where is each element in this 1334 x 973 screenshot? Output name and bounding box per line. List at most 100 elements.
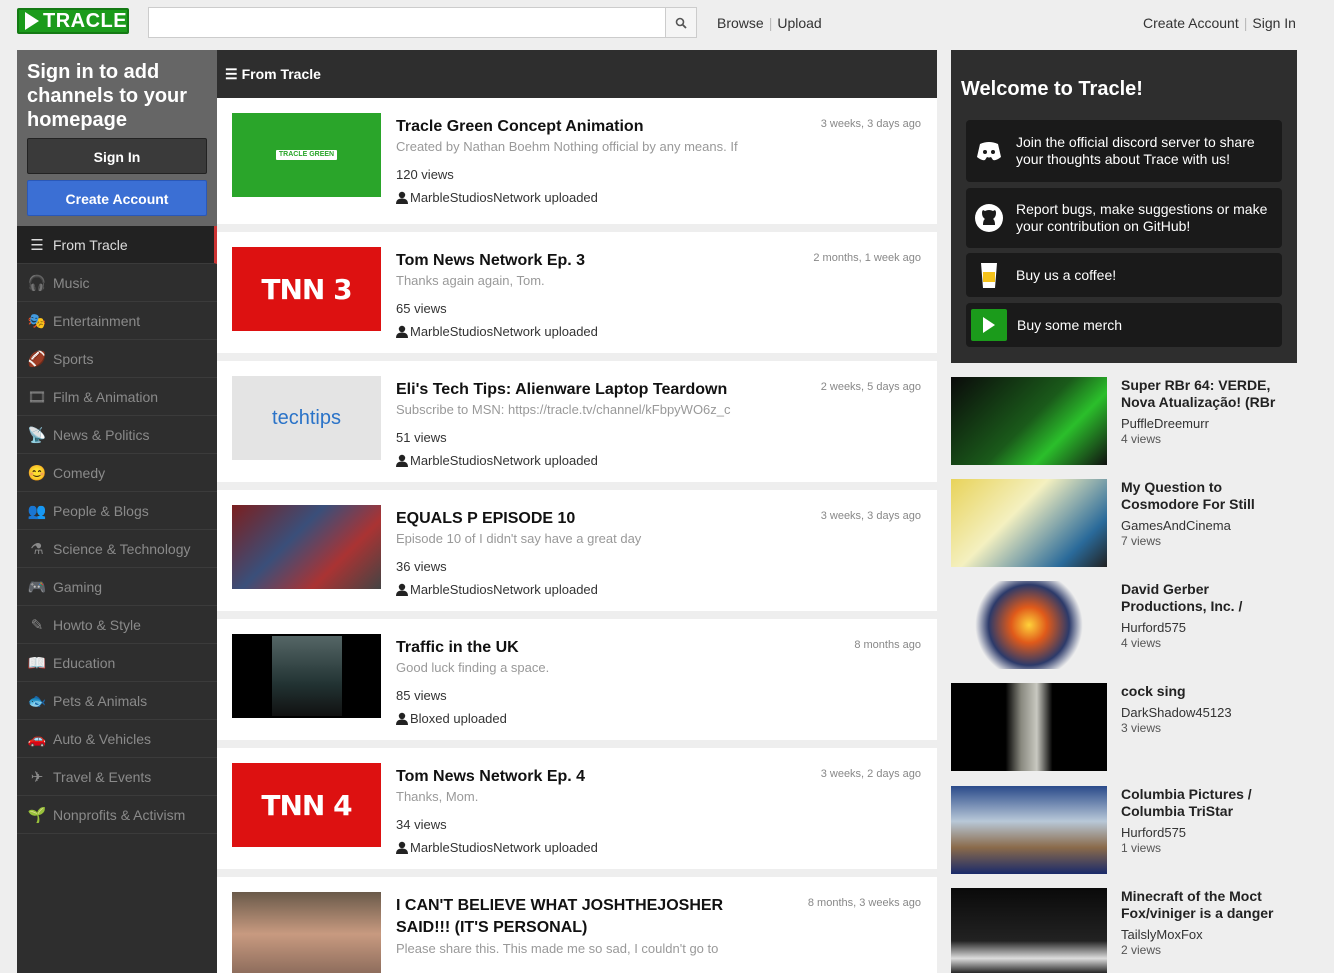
coffee-icon	[972, 258, 1006, 292]
sidebar-item[interactable]: 📡 News & Politics	[17, 416, 217, 454]
upload-link[interactable]: Upload	[777, 15, 821, 31]
merch-link[interactable]: Buy some merch	[966, 303, 1282, 347]
sidebar-item[interactable]: 🚗 Auto & Vehicles	[17, 720, 217, 758]
video-uploader[interactable]: MarbleStudiosNetwork uploaded	[396, 453, 598, 468]
video-title[interactable]: Tom News Network Ep. 4	[396, 766, 756, 788]
sidebar-item-label: News & Politics	[53, 426, 150, 443]
thumbnail-text: TRACLE GREEN	[275, 150, 338, 160]
side-video-thumbnail[interactable]	[951, 581, 1107, 669]
video-thumbnail[interactable]: TNN 4	[232, 763, 381, 847]
side-video-item[interactable]: Columbia Pictures / Columbia TriStar Hurf…	[951, 786, 1297, 876]
side-video-user[interactable]: TailslyMoxFox	[1121, 927, 1203, 942]
sidebar-item-label: From Tracle	[53, 236, 128, 253]
side-video-thumbnail[interactable]	[951, 888, 1107, 973]
side-video-user[interactable]: DarkShadow45123	[1121, 705, 1232, 720]
video-title[interactable]: Eli's Tech Tips: Alienware Laptop Teardo…	[396, 379, 756, 401]
video-thumbnail[interactable]: TRACLE GREEN	[232, 113, 381, 197]
sidebar-item[interactable]: 📖 Education	[17, 644, 217, 682]
side-video-user[interactable]: Hurford575	[1121, 620, 1186, 635]
side-video-item[interactable]: My Question to Cosmodore For Still GamesA…	[951, 479, 1297, 569]
side-video-item[interactable]: Minecraft of the Moct Fox/viniger is a d…	[951, 888, 1297, 973]
video-card[interactable]: I CAN'T BELIEVE WHAT JOSHTHEJOSHER SAID!…	[217, 877, 937, 973]
sidebar-item[interactable]: 👥 People & Blogs	[17, 492, 217, 530]
coffee-link[interactable]: Buy us a coffee!	[966, 253, 1282, 297]
sidebar-item[interactable]: 🏈 Sports	[17, 340, 217, 378]
side-video-thumbnail[interactable]	[951, 479, 1107, 567]
side-video-user[interactable]: Hurford575	[1121, 825, 1186, 840]
sidebar-item[interactable]: 😊 Comedy	[17, 454, 217, 492]
video-title[interactable]: I CAN'T BELIEVE WHAT JOSHTHEJOSHER SAID!…	[396, 895, 756, 939]
video-uploader[interactable]: MarbleStudiosNetwork uploaded	[396, 190, 598, 205]
sidebar-item[interactable]: ⚗ Science & Technology	[17, 530, 217, 568]
sidebar-item[interactable]: 🎞 Film & Animation	[17, 378, 217, 416]
video-uploader[interactable]: MarbleStudiosNetwork uploaded	[396, 840, 598, 855]
sign-in-button[interactable]: Sign In	[27, 138, 207, 174]
create-account-link[interactable]: Create Account	[1143, 15, 1239, 31]
sidebar-item[interactable]: ☰ From Tracle	[17, 226, 217, 264]
search-button[interactable]	[665, 7, 697, 38]
sign-in-link[interactable]: Sign In	[1252, 15, 1296, 31]
sidebar-item[interactable]: 🐟 Pets & Animals	[17, 682, 217, 720]
video-card[interactable]: Traffic in the UK 8 months ago Good luck f…	[217, 619, 937, 740]
video-thumbnail[interactable]: techtips	[232, 376, 381, 460]
side-video-title[interactable]: Minecraft of the Moct Fox/viniger is a d…	[1121, 888, 1293, 922]
sidebar-item-label: Science & Technology	[53, 540, 191, 557]
video-card[interactable]: techtips Eli's Tech Tips: Alienware Lapto…	[217, 361, 937, 482]
browse-link[interactable]: Browse	[717, 15, 764, 31]
video-card[interactable]: EQUALS P EPISODE 10 3 weeks, 3 days ago Ep…	[217, 490, 937, 611]
video-uploader[interactable]: MarbleStudiosNetwork uploaded	[396, 582, 598, 597]
video-uploader[interactable]: MarbleStudiosNetwork uploaded	[396, 324, 598, 339]
user-icon	[396, 454, 408, 467]
video-views: 51 views	[396, 430, 447, 445]
signin-prompt: Sign in to add channels to your homepage	[27, 61, 188, 131]
sidebar-item-label: Sports	[53, 350, 94, 367]
user-icon	[396, 325, 408, 338]
uploader-name: MarbleStudiosNetwork uploaded	[410, 324, 598, 339]
video-thumbnail[interactable]: TNN 3	[232, 247, 381, 331]
create-account-button[interactable]: Create Account	[27, 180, 207, 216]
video-thumbnail[interactable]	[232, 505, 381, 589]
video-title[interactable]: Tom News Network Ep. 3	[396, 250, 756, 272]
side-video-title[interactable]: David Gerber Productions, Inc. /	[1121, 581, 1293, 615]
side-video-user[interactable]: PuffleDreemurr	[1121, 416, 1209, 431]
account-nav: Create Account | Sign In	[1143, 15, 1296, 31]
video-title[interactable]: Tracle Green Concept Animation	[396, 116, 756, 138]
sidebar-item[interactable]: 🌱 Nonprofits & Activism	[17, 796, 217, 834]
sidebar-item[interactable]: ✈ Travel & Events	[17, 758, 217, 796]
side-video-thumbnail[interactable]	[951, 683, 1107, 771]
video-card[interactable]: TNN 4 Tom News Network Ep. 4 3 weeks, 2 da…	[217, 748, 937, 869]
video-title[interactable]: Traffic in the UK	[396, 637, 756, 659]
side-video-item[interactable]: David Gerber Productions, Inc. / Hurford5…	[951, 581, 1297, 671]
video-card[interactable]: TRACLE GREEN Tracle Green Concept Animati…	[217, 98, 937, 224]
tracle-logo[interactable]: TRACLE	[17, 8, 129, 34]
video-views: 85 views	[396, 688, 447, 703]
video-title[interactable]: EQUALS P EPISODE 10	[396, 508, 756, 530]
side-video-title[interactable]: My Question to Cosmodore For Still	[1121, 479, 1293, 513]
side-video-thumbnail[interactable]	[951, 377, 1107, 465]
discord-link[interactable]: Join the official discord server to shar…	[966, 120, 1282, 182]
user-icon	[396, 712, 408, 725]
sidebar-item[interactable]: ✎ Howto & Style	[17, 606, 217, 644]
side-video-thumbnail[interactable]	[951, 786, 1107, 874]
side-video-title[interactable]: Columbia Pictures / Columbia TriStar	[1121, 786, 1293, 820]
side-video-title[interactable]: Super RBr 64: VERDE, Nova Atualização! (…	[1121, 377, 1293, 411]
uploader-name: MarbleStudiosNetwork uploaded	[410, 190, 598, 205]
side-video-title[interactable]: cock sing	[1121, 683, 1293, 700]
video-thumbnail[interactable]	[232, 634, 381, 718]
sidebar-item[interactable]: 🎮 Gaming	[17, 568, 217, 606]
search-input[interactable]	[148, 7, 666, 38]
sidebar-item[interactable]: 🎭 Entertainment	[17, 302, 217, 340]
github-text: Report bugs, make suggestions or make yo…	[1016, 201, 1268, 234]
sidebar-item[interactable]: 🎧 Music	[17, 264, 217, 302]
github-link[interactable]: Report bugs, make suggestions or make yo…	[966, 188, 1282, 248]
video-thumbnail[interactable]	[232, 892, 381, 973]
headphones-icon: 🎧	[27, 274, 47, 292]
video-card[interactable]: TNN 3 Tom News Network Ep. 3 2 months, 1 w…	[217, 232, 937, 353]
uploader-name: Bloxed uploaded	[410, 711, 507, 726]
side-video-item[interactable]: cock sing DarkShadow45123 3 views	[951, 683, 1297, 773]
side-video-user[interactable]: GamesAndCinema	[1121, 518, 1231, 533]
video-views: 34 views	[396, 817, 447, 832]
side-video-item[interactable]: Super RBr 64: VERDE, Nova Atualização! (…	[951, 377, 1297, 467]
video-uploader[interactable]: Bloxed uploaded	[396, 711, 507, 726]
sidebar-item-label: Pets & Animals	[53, 692, 148, 709]
